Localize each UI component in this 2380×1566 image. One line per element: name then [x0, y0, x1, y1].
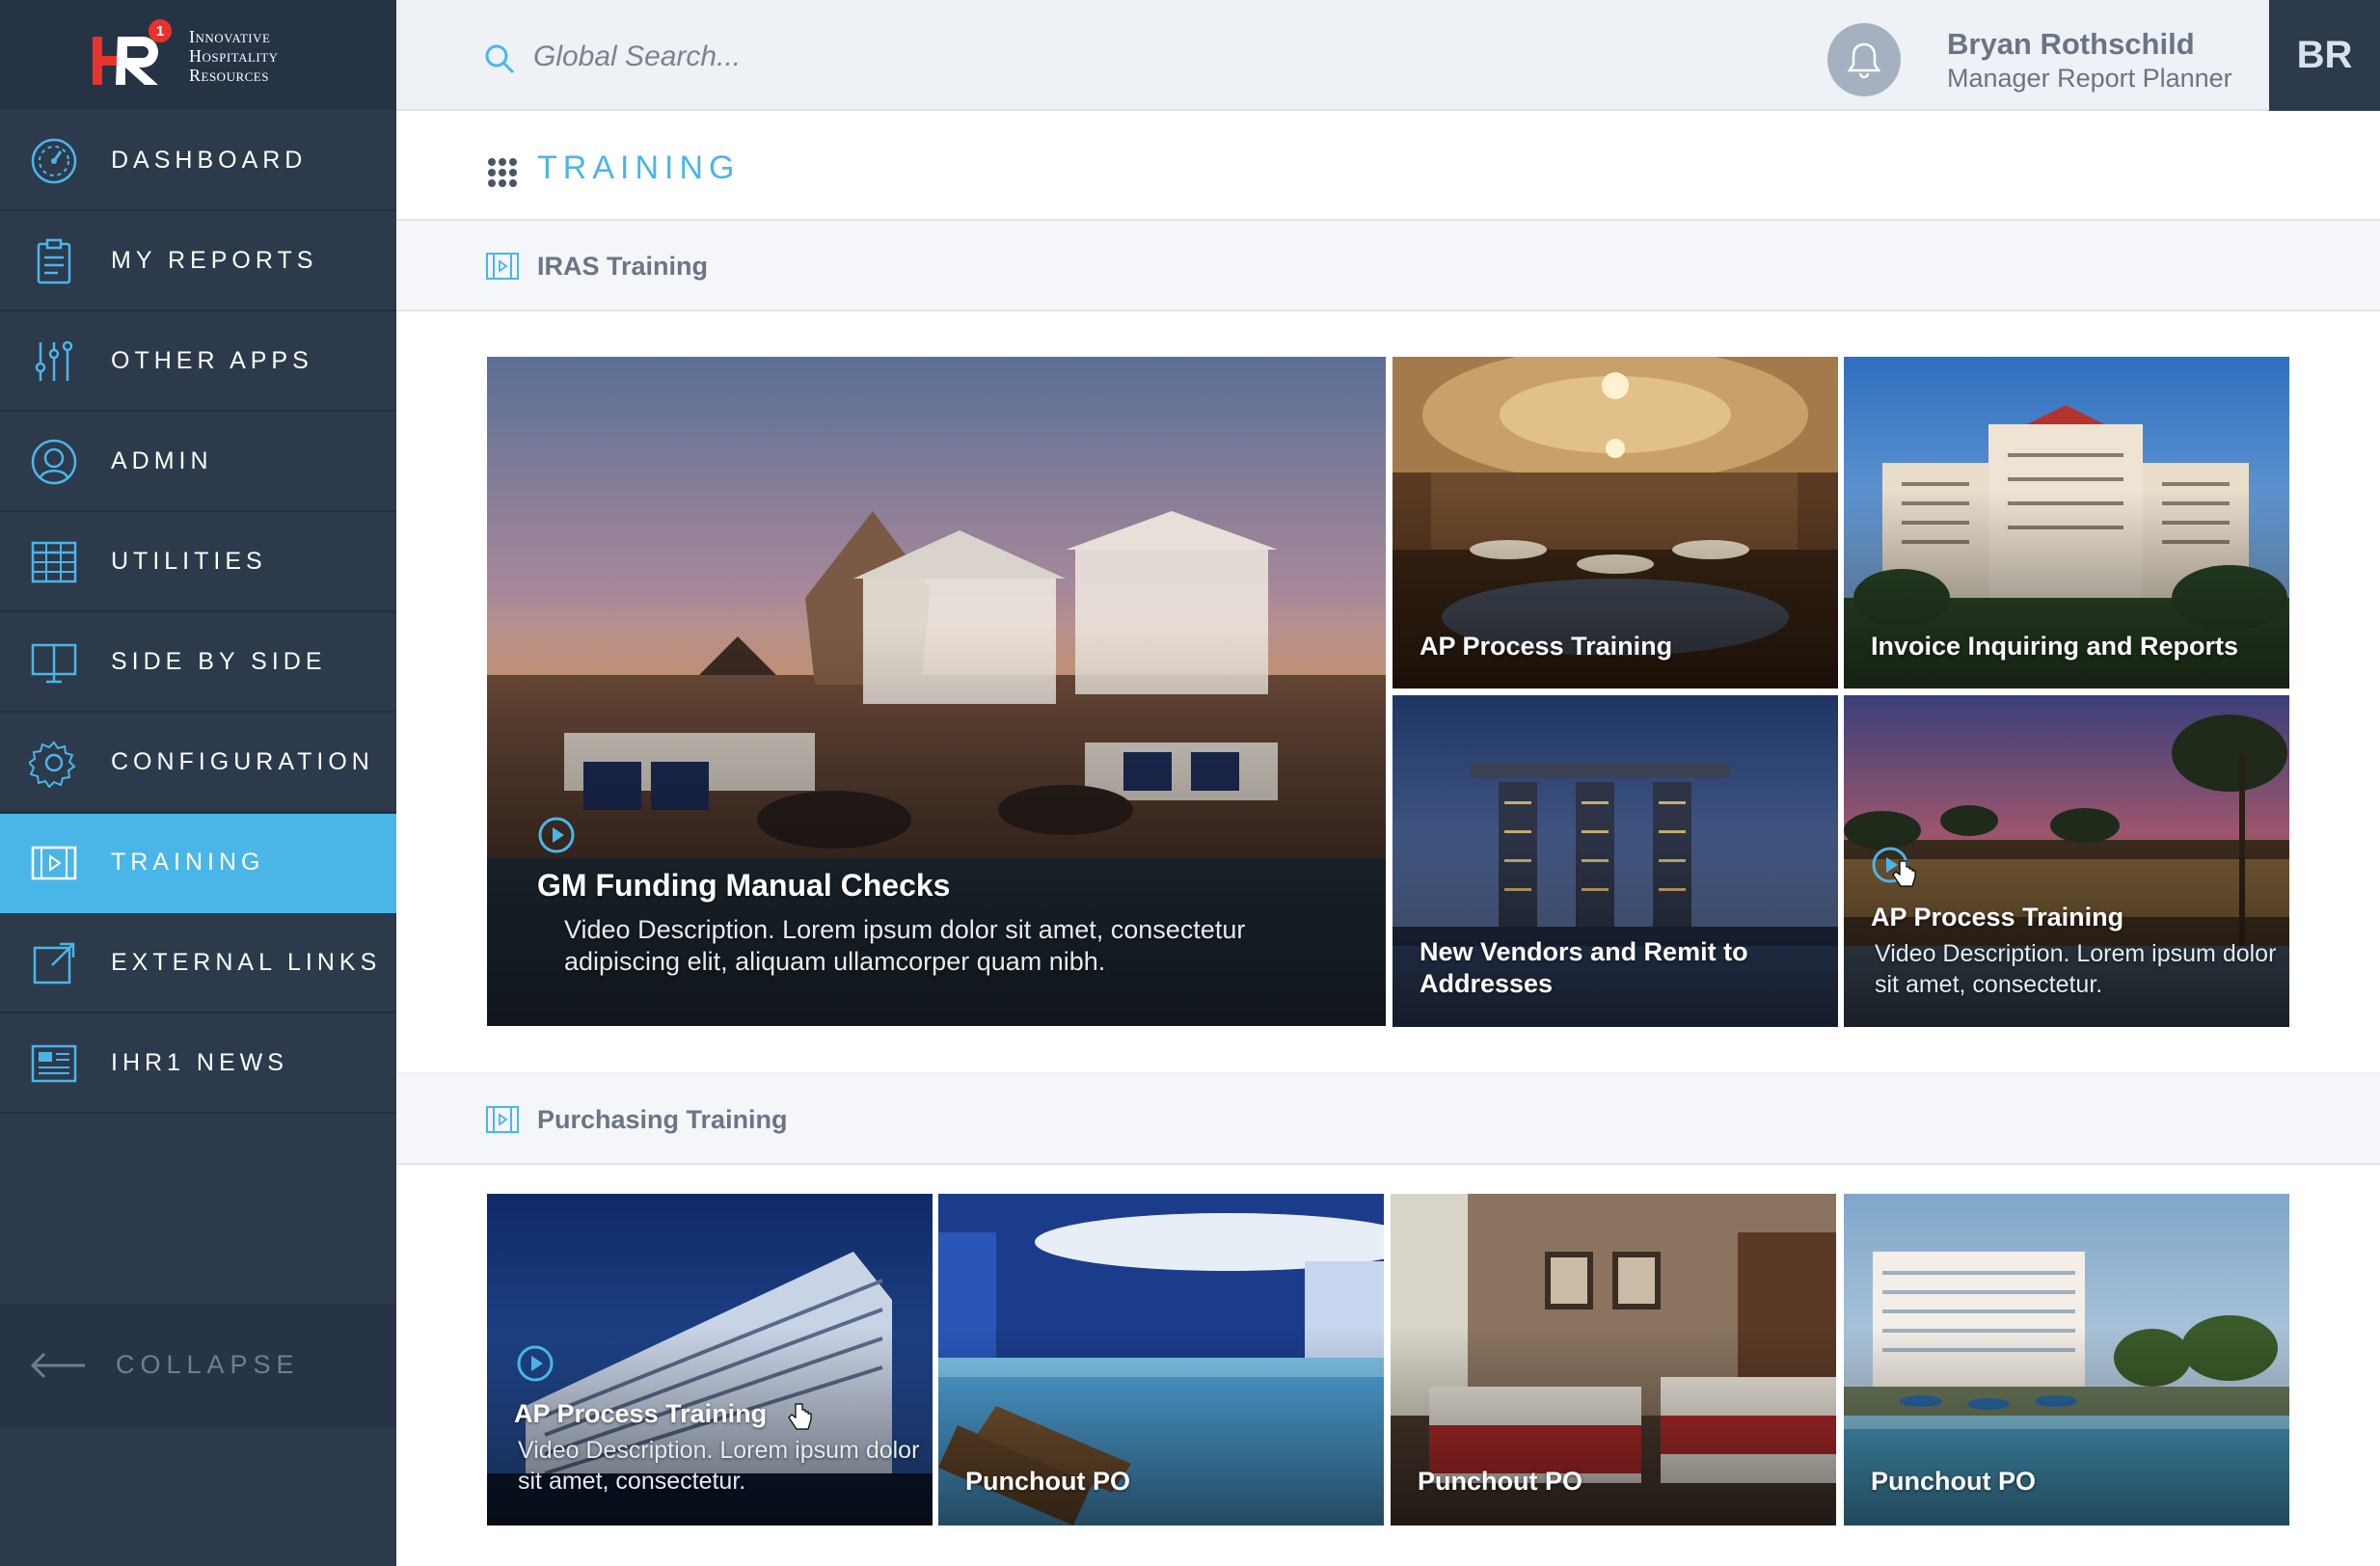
search-icon[interactable] [483, 42, 516, 75]
sidebar: 1 Innovative Hospitality Resources DASHB… [0, 0, 396, 1566]
sidebar-item-side-by-side[interactable]: SIDE BY SIDE [0, 613, 396, 713]
table-grid-icon [29, 537, 79, 587]
arrow-left-icon [30, 1352, 85, 1379]
sidebar-item-configuration[interactable]: CONFIGURATION [0, 714, 396, 813]
hand-cursor-icon [1892, 860, 1916, 887]
logo-line: Innovative [189, 27, 271, 46]
user-role: Manager Report Planner [1947, 64, 2232, 93]
clipboard-icon [29, 236, 79, 286]
tile-description: Video Description. Lorem ipsum dolor sit… [564, 915, 1246, 976]
tile-title: New Vendors and Remit to Addresses [1420, 937, 1748, 998]
sidebar-item-ihr1-news[interactable]: IHR1 NEWS [0, 1014, 396, 1114]
newspaper-icon [29, 1039, 79, 1089]
sidebar-item-dashboard[interactable]: DASHBOARD [0, 112, 396, 211]
tile-title: AP Process Training [1420, 632, 1673, 661]
sidebar-item-my-reports[interactable]: MY REPORTS [0, 212, 396, 311]
logo-text: Innovative Hospitality Resources [189, 27, 279, 85]
user-name: Bryan Rothschild [1947, 27, 2195, 61]
sidebar-item-label: OTHER APPS [111, 347, 313, 374]
film-icon [486, 1106, 519, 1133]
sidebar-item-utilities[interactable]: UTILITIES [0, 513, 396, 612]
training-tile-punchout-po-1[interactable]: Punchout PO [938, 1194, 1384, 1526]
training-tile-gm-funding[interactable]: GM Funding Manual Checks Video Descripti… [487, 357, 1386, 1026]
training-tile-invoice-inquiring[interactable]: Invoice Inquiring and Reports [1844, 357, 2289, 688]
tile-title: Invoice Inquiring and Reports [1871, 632, 2239, 661]
tile-title: AP Process Training [514, 1399, 768, 1428]
sidebar-item-label: DASHBOARD [111, 147, 308, 174]
training-tile-ap-process[interactable]: AP Process Training [1393, 357, 1838, 688]
film-icon [486, 253, 519, 280]
film-icon [29, 838, 79, 888]
grid-dots-icon [488, 158, 517, 187]
sidebar-item-external-links[interactable]: EXTERNAL LINKS [0, 914, 396, 1013]
training-tile-new-vendors[interactable]: New Vendors and Remit to Addresses [1393, 695, 1838, 1027]
tile-title: AP Process Training [1871, 903, 2124, 932]
logo-mark: 1 [93, 19, 172, 85]
tile-title: Punchout PO [1871, 1467, 2036, 1496]
sidebar-item-other-apps[interactable]: OTHER APPS [0, 312, 396, 412]
section-header-iras: IRAS Training [396, 221, 2380, 311]
page-title: TRAINING [537, 149, 741, 186]
sliders-icon [29, 337, 79, 387]
sidebar-item-label: ADMIN [111, 447, 213, 474]
section-title: Purchasing Training [537, 1105, 788, 1134]
avatar[interactable]: BR [2269, 0, 2380, 111]
sidebar-item-label: IHR1 NEWS [111, 1049, 288, 1076]
logo-line: Resources [189, 66, 269, 85]
sidebar-item-label: TRAINING [111, 849, 265, 876]
collapse-button[interactable]: COLLAPSE [0, 1304, 396, 1427]
sidebar-item-label: CONFIGURATION [111, 748, 374, 775]
tile-title: GM Funding Manual Checks [537, 868, 951, 903]
section-title: IRAS Training [537, 252, 709, 281]
bell-icon [1847, 42, 1881, 79]
monitor-icon [29, 637, 79, 688]
sidebar-item-label: UTILITIES [111, 548, 267, 575]
tile-description: Video Description. Lorem ipsum dolor sit… [1875, 940, 2277, 998]
training-tile-ap-process-purchasing[interactable]: AP Process Training Video Description. L… [487, 1194, 933, 1526]
page-header: TRAINING [396, 111, 2380, 221]
tile-title: Punchout PO [1418, 1467, 1582, 1496]
sidebar-item-label: SIDE BY SIDE [111, 648, 327, 675]
top-bar: Bryan Rothschild Manager Report Planner … [396, 0, 2380, 111]
sidebar-item-label: MY REPORTS [111, 247, 318, 274]
tile-description: Video Description. Lorem ipsum dolor sit… [518, 1437, 920, 1495]
collapse-label: COLLAPSE [116, 1350, 300, 1379]
sidebar-item-admin[interactable]: ADMIN [0, 413, 396, 512]
section-header-purchasing: Purchasing Training [396, 1074, 2380, 1165]
brand-logo[interactable]: 1 Innovative Hospitality Resources [0, 0, 396, 110]
external-link-icon [29, 938, 79, 988]
dashboard-gauge-icon [29, 136, 79, 186]
training-tile-punchout-po-3[interactable]: Punchout PO [1844, 1194, 2289, 1526]
global-search-input[interactable] [531, 35, 1210, 79]
tile-title: Punchout PO [965, 1467, 1130, 1496]
hand-cursor-icon [788, 1403, 812, 1430]
sidebar-item-training[interactable]: TRAINING [0, 814, 396, 913]
gear-icon [27, 738, 79, 789]
notifications-button[interactable] [1827, 23, 1901, 96]
play-icon[interactable] [537, 816, 576, 854]
sidebar-item-label: EXTERNAL LINKS [111, 949, 382, 976]
play-icon[interactable] [516, 1344, 554, 1383]
user-circle-icon [29, 437, 79, 487]
logo-badge: 1 [156, 23, 164, 40]
training-tile-punchout-po-2[interactable]: Punchout PO [1391, 1194, 1836, 1526]
training-tile-ap-process-video[interactable]: AP Process Training Video Description. L… [1844, 695, 2289, 1027]
logo-line: Hospitality [189, 46, 279, 66]
